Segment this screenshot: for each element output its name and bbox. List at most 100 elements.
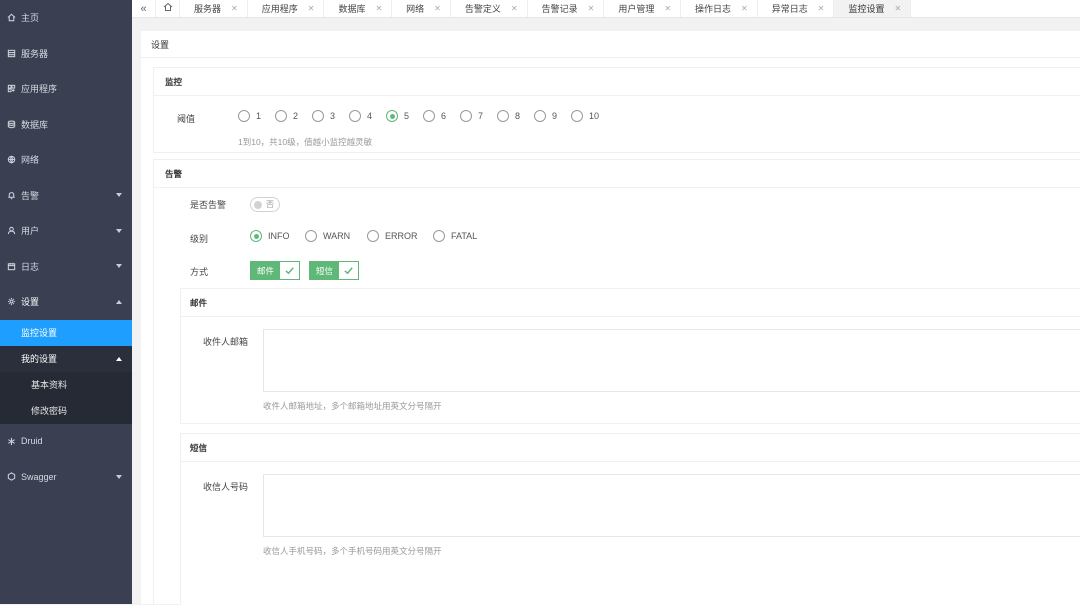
close-icon[interactable]: ✕ <box>664 4 671 13</box>
threshold-radio-3[interactable]: 3 <box>312 110 335 122</box>
sidebar-item-druid[interactable]: Druid <box>0 424 132 460</box>
close-icon[interactable]: ✕ <box>588 4 595 13</box>
monitor-section-title: 监控 <box>154 68 1080 96</box>
alarm-level-label: 级别 <box>190 232 208 245</box>
home-icon <box>6 13 16 23</box>
sidebar-item-label: 告警 <box>21 189 39 202</box>
tab-item[interactable]: 网络✕ <box>392 0 451 17</box>
sms-section: 短信 收信人号码 收信人手机号码，多个手机号码用英文分号隔开 <box>180 433 1080 605</box>
threshold-label: 阈值 <box>177 112 195 125</box>
alarm-enable-switch[interactable]: 否 <box>250 197 280 212</box>
threshold-radio-1[interactable]: 1 <box>238 110 261 122</box>
sidebar-item-log[interactable]: 日志 <box>0 249 132 285</box>
tab-item[interactable]: 告警记录 ✕ <box>528 0 605 17</box>
sidebar: 主页 服务器 应用程序 数据库 网络 告警 用户 日志 设置 监控设置 <box>0 0 132 604</box>
chevron-up-icon <box>116 300 122 304</box>
page-title: 设置 <box>141 31 1080 58</box>
radio-label: 1 <box>256 111 261 121</box>
sms-recipient-hint: 收信人手机号码，多个手机号码用英文分号隔开 <box>263 545 442 557</box>
alarm-level-radio-fatal[interactable]: FATAL <box>433 230 477 242</box>
sidebar-item-change-password[interactable]: 修改密码 <box>0 398 132 424</box>
threshold-radio-2[interactable]: 2 <box>275 110 298 122</box>
tab-scroll-left-button[interactable]: « <box>132 0 156 17</box>
chevron-down-icon <box>116 475 122 479</box>
close-icon[interactable]: ✕ <box>511 4 518 13</box>
tab-label: 告警记录 <box>542 2 578 15</box>
chevron-down-icon <box>116 229 122 233</box>
sidebar-item-label: 主页 <box>21 11 39 24</box>
radio-circle <box>305 230 317 242</box>
tab-label: 告警定义 <box>465 2 501 15</box>
sidebar-item-apps[interactable]: 应用程序 <box>0 71 132 107</box>
threshold-hint: 1到10，共10级，值越小监控越灵敏 <box>238 136 372 148</box>
radio-label: WARN <box>323 231 350 241</box>
close-icon[interactable]: ✕ <box>308 4 315 13</box>
sidebar-item-my-settings[interactable]: 我的设置 <box>0 346 132 372</box>
tab-label: 用户管理 <box>618 2 654 15</box>
threshold-radio-7[interactable]: 7 <box>460 110 483 122</box>
sms-recipient-label: 收信人号码 <box>203 480 248 493</box>
sms-recipient-input[interactable] <box>263 474 1080 537</box>
radio-label: 4 <box>367 111 372 121</box>
threshold-radio-6[interactable]: 6 <box>423 110 446 122</box>
chevron-down-icon <box>116 264 122 268</box>
close-icon[interactable]: ✕ <box>231 4 238 13</box>
radio-circle <box>497 110 509 122</box>
email-recipient-hint: 收件人邮箱地址，多个邮箱地址用英文分号隔开 <box>263 400 442 412</box>
sidebar-item-label: 用户 <box>21 224 39 237</box>
sidebar-item-basic-info[interactable]: 基本资料 <box>0 372 132 398</box>
sidebar-item-swagger[interactable]: Swagger <box>0 459 132 495</box>
sidebar-item-monitor-settings[interactable]: 监控设置 <box>0 320 132 346</box>
email-recipient-input[interactable] <box>263 329 1080 392</box>
alarm-level-radio-info[interactable]: INFO <box>250 230 290 242</box>
threshold-radio-8[interactable]: 8 <box>497 110 520 122</box>
sidebar-item-user[interactable]: 用户 <box>0 213 132 249</box>
sidebar-item-home[interactable]: 主页 <box>0 0 132 36</box>
threshold-radio-4[interactable]: 4 <box>349 110 372 122</box>
close-icon[interactable]: ✕ <box>375 4 382 13</box>
sidebar-item-database[interactable]: 数据库 <box>0 107 132 143</box>
tab-item[interactable]: 告警定义 ✕ <box>451 0 528 17</box>
tab-home-button[interactable] <box>156 0 180 17</box>
tab-item[interactable]: 异常日志✕ <box>758 0 835 17</box>
tab-label: 应用程序 <box>262 2 298 15</box>
sidebar-item-alarm[interactable]: 告警 <box>0 178 132 214</box>
close-icon[interactable]: ✕ <box>818 4 825 13</box>
radio-circle <box>275 110 287 122</box>
sidebar-item-label: 日志 <box>21 260 39 273</box>
threshold-radio-9[interactable]: 9 <box>534 110 557 122</box>
tab-bar: « 服务器✕应用程序✕数据库✕网络✕告警定义✕告警记录✕用户管理✕操作日志✕异常… <box>132 0 1080 18</box>
tab-item[interactable]: 用户管理 ✕ <box>604 0 681 17</box>
threshold-radio-5[interactable]: 5 <box>386 110 409 122</box>
tab-item[interactable]: 应用程序 ✕ <box>248 0 325 17</box>
monitor-section: 监控 阈值 1 2 3 4 5 6 7 8 9 10 1到10，共10级，值越小监控越灵敏 <box>153 67 1080 153</box>
switch-state-text: 否 <box>266 199 274 210</box>
tab-item[interactable]: 监控设置✕ <box>834 0 911 17</box>
method-email-checkbox[interactable]: 邮件 <box>250 261 300 280</box>
sidebar-item-server[interactable]: 服务器 <box>0 36 132 72</box>
close-icon[interactable]: ✕ <box>894 4 901 13</box>
radio-circle <box>460 110 472 122</box>
method-sms-checkbox[interactable]: 短信 <box>309 261 359 280</box>
alarm-level-radio-error[interactable]: ERROR <box>367 230 418 242</box>
tab-label: 操作日志 <box>695 2 731 15</box>
email-section: 邮件 收件人邮箱 收件人邮箱地址，多个邮箱地址用英文分号隔开 <box>180 288 1080 424</box>
radio-label: ERROR <box>385 231 418 241</box>
settings-submenu: 监控设置 我的设置 基本资料 修改密码 <box>0 320 132 424</box>
sidebar-item-network[interactable]: 网络 <box>0 142 132 178</box>
tab-item[interactable]: 操作日志 ✕ <box>681 0 758 17</box>
tab-item[interactable]: 数据库✕ <box>324 0 392 17</box>
email-section-title: 邮件 <box>181 289 1080 317</box>
chevron-down-icon <box>116 193 122 197</box>
close-icon[interactable]: ✕ <box>741 4 748 13</box>
close-icon[interactable]: ✕ <box>434 4 441 13</box>
sidebar-item-label: 网络 <box>21 153 39 166</box>
radio-circle <box>238 110 250 122</box>
alarm-level-radio-warn[interactable]: WARN <box>305 230 350 242</box>
threshold-radio-10[interactable]: 10 <box>571 110 599 122</box>
tab-item[interactable]: 服务器✕ <box>180 0 248 17</box>
server-icon <box>6 48 16 58</box>
sidebar-item-settings[interactable]: 设置 <box>0 284 132 320</box>
radio-label: 6 <box>441 111 446 121</box>
sms-section-title: 短信 <box>181 434 1080 462</box>
